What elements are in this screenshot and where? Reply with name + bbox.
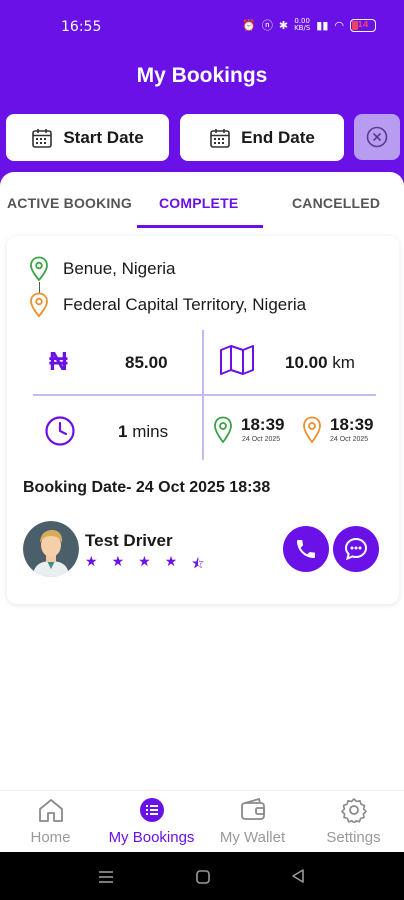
start-date-label: Start Date xyxy=(63,127,144,147)
end-date-label: End Date xyxy=(241,127,315,147)
driver-name: Test Driver xyxy=(85,531,173,550)
nav-label-home: Home xyxy=(30,829,71,846)
naira-icon: ₦ xyxy=(49,346,68,376)
network-speed: 0.00 KB/S xyxy=(294,17,311,32)
gear-icon xyxy=(340,798,367,823)
nav-item-home[interactable]: Home xyxy=(0,791,101,853)
wifi-icon: ◠ xyxy=(334,18,344,32)
dropoff-text: Federal Capital Territory, Nigeria xyxy=(63,295,307,314)
nfc-icon: ⓝ xyxy=(261,19,273,32)
list-icon xyxy=(139,798,164,822)
status-icons: ⏰ ⓝ ✱ 0.00 KB/S ▮▮ ◠ 14 xyxy=(242,17,376,33)
driver-rating: ★ ★ ★ ★ ⯪ xyxy=(85,553,205,577)
duration-value: 1 mins xyxy=(118,422,169,441)
distance-value: 10.00 km xyxy=(285,353,355,372)
phone-icon xyxy=(297,540,315,558)
end-date: 24 Oct 2025 xyxy=(330,436,369,443)
nav-label-settings: Settings xyxy=(326,829,381,846)
chat-icon xyxy=(344,537,368,561)
dropoff-pin-icon xyxy=(30,292,48,318)
pickup-pin-icon xyxy=(30,256,48,282)
end-date-button[interactable]: End Date xyxy=(180,114,344,161)
nav-label-my-bookings: My Bookings xyxy=(108,829,195,846)
start-date: 24 Oct 2025 xyxy=(242,436,281,443)
booking-date: Booking Date- 24 Oct 2025 18:38 xyxy=(23,479,271,496)
page-title: My Bookings xyxy=(136,64,268,87)
system-navigation-bar xyxy=(0,852,404,900)
grid-divider-horizontal xyxy=(33,394,376,396)
nav-item-my-bookings[interactable]: My Bookings xyxy=(101,791,202,853)
home-icon xyxy=(38,799,63,822)
clear-filter-button[interactable] xyxy=(354,114,400,160)
driver-avatar xyxy=(23,521,79,577)
calendar-icon xyxy=(210,128,230,148)
alarm-icon: ⏰ xyxy=(242,18,256,32)
calendar-icon xyxy=(32,128,53,148)
close-circle-icon xyxy=(366,126,388,148)
status-time: 16:55 xyxy=(61,19,102,35)
call-driver-button[interactable] xyxy=(283,526,329,572)
nav-item-my-wallet[interactable]: My Wallet xyxy=(202,791,303,853)
tab-cancelled[interactable]: CANCELLED xyxy=(292,195,380,211)
booking-tabs: ACTIVE BOOKING COMPLETE CANCELLED xyxy=(0,172,404,230)
tab-complete[interactable]: COMPLETE xyxy=(159,195,238,211)
start-date-button[interactable]: Start Date xyxy=(6,114,169,161)
home-circle-icon[interactable] xyxy=(195,869,211,885)
wallet-icon xyxy=(240,797,265,820)
signal-icon: ▮▮ xyxy=(316,18,329,32)
chat-driver-button[interactable] xyxy=(333,526,379,572)
app-header: 16:55 ⏰ ⓝ ✱ 0.00 KB/S ▮▮ ◠ 14 My Booking… xyxy=(0,0,404,190)
nav-item-settings[interactable]: Settings xyxy=(303,791,404,853)
pickup-text: Benue, Nigeria xyxy=(63,259,176,278)
tab-active-booking[interactable]: ACTIVE BOOKING xyxy=(7,195,132,211)
booking-card[interactable]: Benue, Nigeria Federal Capital Territory… xyxy=(7,236,399,604)
half-star-icon: ⯪ xyxy=(191,555,205,571)
dropoff-location: Federal Capital Territory, Nigeria xyxy=(29,292,306,318)
clock-icon xyxy=(45,416,75,446)
end-time: 18:39 xyxy=(330,415,374,434)
back-icon[interactable] xyxy=(290,868,306,884)
content-sheet: ACTIVE BOOKING COMPLETE CANCELLED Benue,… xyxy=(0,172,404,792)
start-time: 18:39 xyxy=(241,415,285,434)
bottom-navigation: Home My Bookings My Wallet Settings xyxy=(0,790,404,852)
end-time-pin-icon xyxy=(303,416,321,444)
star-icon: ★ xyxy=(85,553,98,569)
status-bar: 16:55 ⏰ ⓝ ✱ 0.00 KB/S ▮▮ ◠ 14 xyxy=(0,0,404,56)
star-icon: ★ xyxy=(111,553,125,569)
start-time-pin-icon xyxy=(214,416,232,444)
map-icon xyxy=(220,345,254,375)
battery-icon: 14 xyxy=(350,18,376,32)
nav-label-my-wallet: My Wallet xyxy=(219,829,286,846)
fare-amount: 85.00 xyxy=(125,353,168,372)
tab-indicator xyxy=(137,225,263,228)
star-icon: ★ xyxy=(138,553,151,569)
star-icon: ★ xyxy=(164,553,178,569)
pickup-location: Benue, Nigeria xyxy=(29,256,175,282)
bluetooth-icon: ✱ xyxy=(278,18,289,32)
recents-icon[interactable] xyxy=(98,870,114,884)
